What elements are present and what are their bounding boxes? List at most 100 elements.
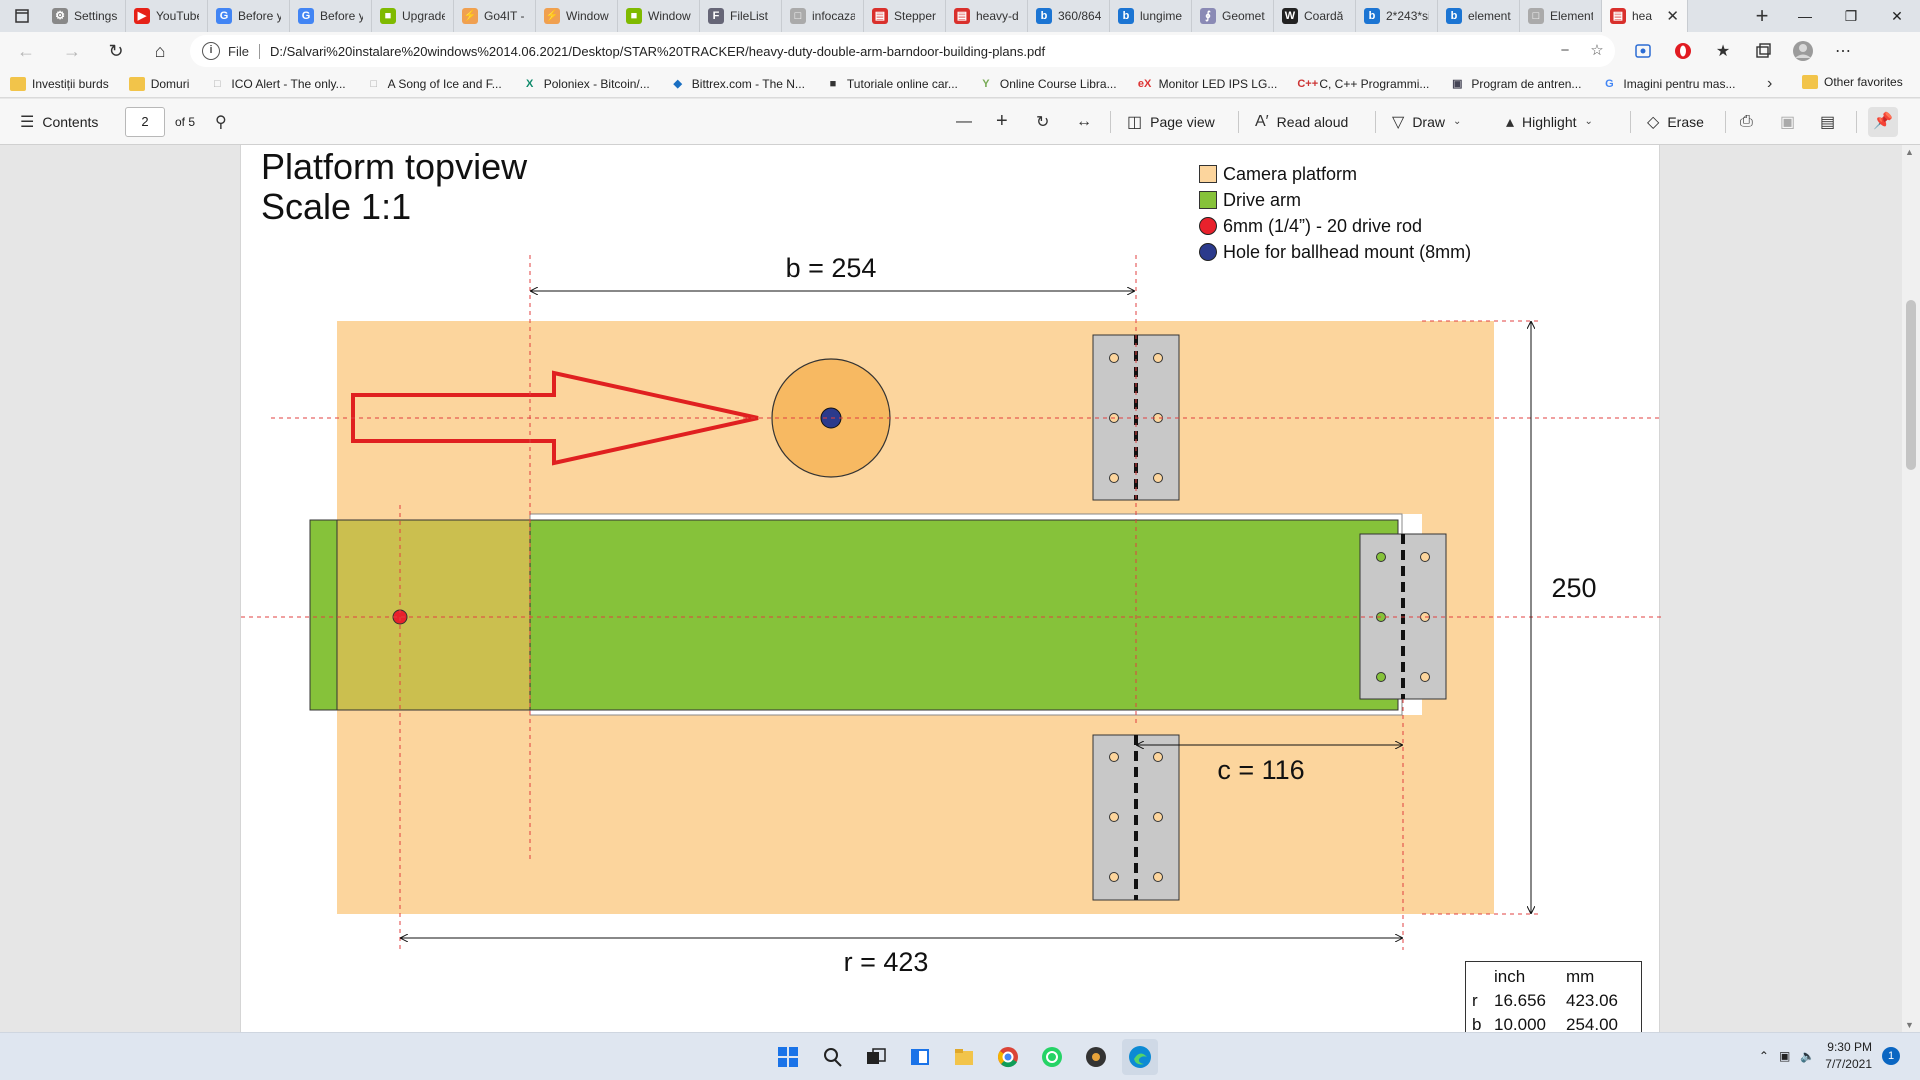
edge-icon[interactable]: [1122, 1039, 1158, 1075]
zoom-in-icon[interactable]: +: [996, 110, 1008, 133]
favorite-item[interactable]: ◆ Bittrex.com - The N...: [670, 77, 805, 91]
browser-tab[interactable]: b lungime: [1110, 0, 1192, 32]
favorite-item[interactable]: X Poloniex - Bitcoin/...: [522, 77, 650, 91]
browser-tab[interactable]: ■ Window: [618, 0, 700, 32]
browser-tab[interactable]: ▤ heavy-d: [946, 0, 1028, 32]
browser-tab[interactable]: b 2*243*si: [1356, 0, 1438, 32]
print-icon[interactable]: ⎙: [1740, 113, 1753, 131]
chevron-up-icon[interactable]: ⌃: [1759, 1049, 1769, 1063]
pin-toolbar-icon[interactable]: 📌: [1868, 107, 1898, 137]
minimize-button[interactable]: —: [1782, 0, 1828, 32]
media-player-icon[interactable]: [1078, 1039, 1114, 1075]
page-view-button[interactable]: ◫ Page view: [1127, 112, 1215, 132]
browser-tab[interactable]: □ Element: [1520, 0, 1602, 32]
pdf-document-area[interactable]: Platform topview Scale 1:1 Camera platfo…: [0, 145, 1902, 1032]
wikipedia-icon: W: [1282, 8, 1298, 24]
address-bar[interactable]: i File D:/Salvari%20instalare%20windows%…: [190, 35, 1615, 67]
chevron-right-icon[interactable]: ›: [1767, 75, 1772, 93]
browser-tab[interactable]: F FileList: [700, 0, 782, 32]
settings-more-icon[interactable]: ⋯: [1825, 35, 1861, 67]
scroll-down-icon[interactable]: ▼: [1905, 1020, 1914, 1030]
profile-avatar-icon[interactable]: [1785, 35, 1821, 67]
favorites-bar: Investiții burds Domuri □ ICO Alert - The o…: [0, 70, 1920, 98]
read-aloud-label: Read aloud: [1276, 113, 1349, 130]
immersive-reader-icon[interactable]: [1625, 35, 1661, 67]
read-aloud-button[interactable]: A′ Read aloud: [1255, 113, 1348, 131]
browser-tab[interactable]: ⚡ Window: [536, 0, 618, 32]
clock[interactable]: 9:30 PM 7/7/2021: [1825, 1039, 1872, 1073]
browser-tab[interactable]: ⚙ Settings: [44, 0, 126, 32]
draw-button[interactable]: ▽ Draw ⌄: [1392, 112, 1461, 132]
favorite-item[interactable]: Y Online Course Libra...: [978, 76, 1117, 91]
favorite-item[interactable]: □ A Song of Ice and F...: [366, 77, 501, 91]
highlight-button[interactable]: ▴ Highlight ⌄: [1506, 112, 1593, 132]
whatsapp-icon[interactable]: [1034, 1039, 1070, 1075]
refresh-button[interactable]: ↻: [96, 35, 136, 67]
contents-button[interactable]: ☰ Contents: [20, 112, 98, 132]
tab-label: Settings: [74, 9, 117, 23]
browser-tab[interactable]: G Before y: [208, 0, 290, 32]
close-window-button[interactable]: ✕: [1874, 0, 1920, 32]
favorite-item[interactable]: □ ICO Alert - The only...: [209, 77, 346, 91]
favorite-label: Online Course Libra...: [999, 76, 1117, 91]
page-number-input[interactable]: 2: [125, 107, 165, 137]
favorite-item[interactable]: ■ Tutoriale online car...: [825, 77, 958, 91]
fit-to-page-icon[interactable]: ↔: [1076, 113, 1092, 131]
erase-button[interactable]: ◇ Erase: [1647, 112, 1704, 132]
clock-date: 7/7/2021: [1825, 1057, 1872, 1071]
favorites-icon[interactable]: ★: [1705, 35, 1741, 67]
browser-tab[interactable]: ⚡ Go4IT -: [454, 0, 536, 32]
windows-start-icon[interactable]: [770, 1039, 806, 1075]
scroll-up-icon[interactable]: ▲: [1905, 147, 1914, 157]
back-button[interactable]: ←: [6, 35, 46, 67]
search-icon[interactable]: [814, 1039, 850, 1075]
favorite-item[interactable]: C++ C, C++ Programmi...: [1297, 77, 1429, 91]
home-button[interactable]: ⌂: [140, 35, 180, 67]
add-favorite-icon[interactable]: ☆: [1587, 41, 1607, 61]
favorite-item[interactable]: G Imagini pentru mas...: [1601, 77, 1735, 91]
browser-tab[interactable]: G Before y: [290, 0, 372, 32]
save-icon[interactable]: ▣: [1780, 112, 1795, 132]
notification-badge[interactable]: 1: [1882, 1047, 1900, 1065]
browser-tab[interactable]: b 360/864: [1028, 0, 1110, 32]
forward-button[interactable]: →: [52, 35, 92, 67]
favorite-item[interactable]: Investiții burds: [10, 76, 109, 91]
browser-tab[interactable]: □ infocaza: [782, 0, 864, 32]
opera-extension-icon[interactable]: [1665, 35, 1701, 67]
close-tab-icon[interactable]: ✕: [1666, 7, 1679, 25]
favorite-item[interactable]: Domuri: [128, 76, 189, 91]
task-view-icon[interactable]: [858, 1039, 894, 1075]
other-favorites-button[interactable]: Other favorites: [1802, 75, 1903, 89]
chevron-down-icon[interactable]: ⌄: [1453, 116, 1461, 127]
browser-tab[interactable]: b element: [1438, 0, 1520, 32]
search-icon[interactable]: ⚲: [215, 112, 227, 132]
scrollbar[interactable]: ▲ ▼: [1902, 145, 1920, 1032]
file-explorer-icon[interactable]: [946, 1039, 982, 1075]
zoom-icon[interactable]: −: [1555, 41, 1575, 61]
chrome-icon[interactable]: [990, 1039, 1026, 1075]
browser-tab[interactable]: W Coardă: [1274, 0, 1356, 32]
tab-actions-menu-button[interactable]: [0, 0, 44, 32]
browser-tab[interactable]: ▤ hea ✕: [1602, 0, 1688, 32]
browser-tab[interactable]: ▤ Stepper: [864, 0, 946, 32]
restore-button[interactable]: ❐: [1828, 0, 1874, 32]
chevron-down-icon[interactable]: ⌄: [1585, 116, 1593, 127]
browser-tab[interactable]: ▶ YouTube: [126, 0, 208, 32]
collections-icon[interactable]: [1745, 35, 1781, 67]
browser-tab[interactable]: ∮ Geomet: [1192, 0, 1274, 32]
widgets-icon[interactable]: [902, 1039, 938, 1075]
save-as-icon[interactable]: ▤: [1820, 112, 1835, 132]
browser-tab[interactable]: ■ Upgrade: [372, 0, 454, 32]
volume-icon[interactable]: 🔈: [1800, 1049, 1815, 1063]
favorite-item[interactable]: eX Monitor LED IPS LG...: [1137, 77, 1277, 91]
info-icon[interactable]: i: [202, 42, 220, 60]
scrollbar-thumb[interactable]: [1906, 300, 1916, 470]
favorite-item[interactable]: ▣ Program de antren...: [1449, 77, 1581, 91]
rotate-icon[interactable]: ↻: [1036, 112, 1049, 132]
zoom-out-icon[interactable]: —: [956, 113, 972, 131]
address-url[interactable]: D:/Salvari%20instalare%20windows%2014.06…: [270, 44, 1045, 59]
network-icon[interactable]: ▣: [1779, 1049, 1790, 1063]
page-icon: □: [370, 77, 377, 90]
other-favorites-label: Other favorites: [1824, 75, 1903, 89]
new-tab-button[interactable]: +: [1742, 0, 1782, 32]
